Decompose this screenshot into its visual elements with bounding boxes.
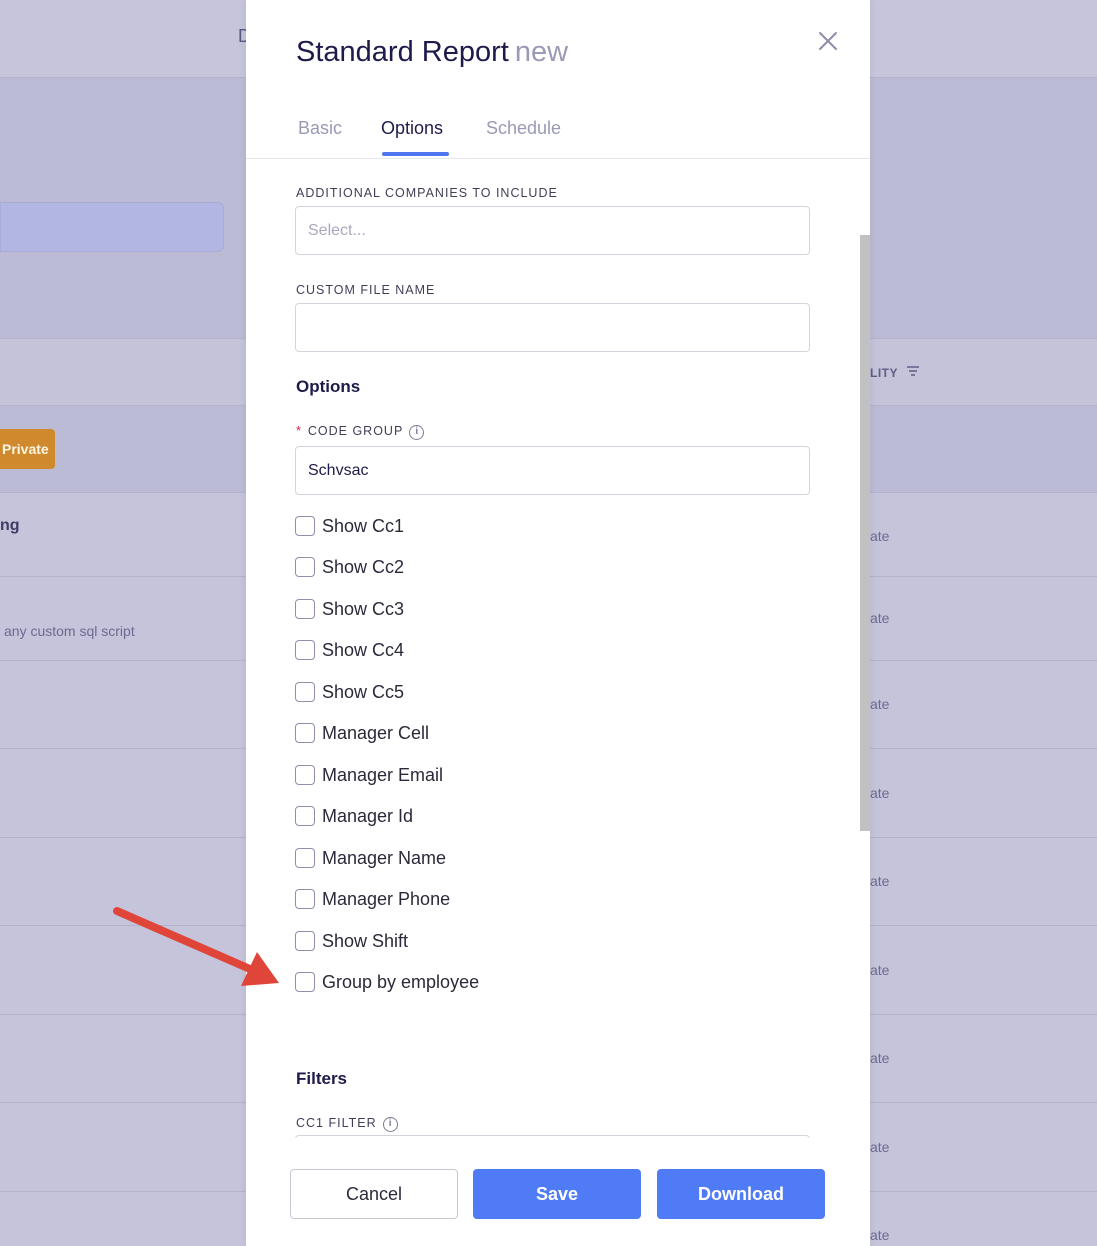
manager-email-checkbox-row[interactable]: Manager Email: [295, 764, 443, 786]
modal-tabs: Basic Options Schedule: [246, 110, 870, 159]
checkbox[interactable]: [295, 889, 315, 909]
manager-name-checkbox-row[interactable]: Manager Name: [295, 847, 446, 869]
background-row-status: ate: [870, 1139, 890, 1155]
checkbox[interactable]: [295, 640, 315, 660]
tab-basic[interactable]: Basic: [298, 118, 342, 139]
modal-footer: Cancel Save Download: [246, 1138, 870, 1246]
report-modal: Standard Report new Basic Options Schedul…: [246, 0, 870, 1246]
background-row-status: ate: [870, 1227, 890, 1243]
background-column-label: LITY: [870, 366, 898, 380]
checkbox[interactable]: [295, 599, 315, 619]
filter-icon: [906, 364, 920, 380]
checkbox[interactable]: [295, 931, 315, 951]
background-row-status: ate: [870, 873, 890, 889]
code-group-label: * CODE GROUP i: [296, 424, 425, 440]
checkbox-label: Manager Phone: [322, 888, 451, 909]
checkbox[interactable]: [295, 972, 315, 992]
active-tab-indicator: [382, 152, 449, 156]
checkbox-label: Manager Cell: [322, 722, 430, 743]
checkbox[interactable]: [295, 557, 315, 577]
checkbox-label: Group by employee: [322, 971, 480, 992]
checkbox-label: Manager Id: [322, 805, 414, 826]
checkbox-label: Show Cc2: [322, 556, 405, 577]
tab-schedule[interactable]: Schedule: [486, 118, 561, 139]
required-marker: *: [296, 424, 302, 438]
modal-body: ADDITIONAL COMPANIES TO INCLUDE Select..…: [246, 160, 870, 1138]
download-button[interactable]: Download: [657, 1169, 825, 1219]
cancel-button[interactable]: Cancel: [290, 1169, 458, 1219]
code-group-label-text: CODE GROUP: [307, 424, 404, 438]
show-cc3-checkbox-row[interactable]: Show Cc3: [295, 598, 404, 620]
background-row-status: ate: [870, 785, 890, 801]
checkbox-label: Manager Email: [322, 764, 444, 785]
scrollbar[interactable]: [860, 235, 870, 831]
cc1-filter-label: CC1 FILTER i: [296, 1116, 398, 1132]
cc1-filter-label-text: CC1 FILTER: [296, 1116, 377, 1130]
show-cc1-checkbox-row[interactable]: Show Cc1: [295, 515, 404, 537]
additional-companies-select[interactable]: Select...: [295, 206, 810, 255]
close-icon[interactable]: [814, 28, 842, 56]
custom-file-name-label: CUSTOM FILE NAME: [296, 283, 436, 297]
info-icon[interactable]: i: [409, 425, 425, 440]
background-row-description: any custom sql script: [4, 623, 135, 639]
background-search-box: [0, 202, 224, 252]
checkbox[interactable]: [295, 682, 315, 702]
background-row-status: ate: [870, 610, 890, 626]
background-row-status: ate: [870, 696, 890, 712]
show-cc2-checkbox-row[interactable]: Show Cc2: [295, 556, 404, 578]
additional-companies-label: ADDITIONAL COMPANIES TO INCLUDE: [296, 186, 558, 200]
manager-phone-checkbox-row[interactable]: Manager Phone: [295, 888, 450, 910]
checkbox-label: Manager Name: [322, 847, 447, 868]
checkbox-label: Show Cc5: [322, 681, 405, 702]
filters-section-title: Filters: [296, 1069, 348, 1088]
background-row-status: ate: [870, 962, 890, 978]
private-badge: Private: [0, 429, 55, 469]
modal-title: Standard Report new: [296, 36, 568, 69]
checkbox[interactable]: [295, 848, 315, 868]
checkbox-label: Show Shift: [322, 930, 409, 951]
checkbox-label: Show Cc1: [322, 515, 405, 536]
show-cc5-checkbox-row[interactable]: Show Cc5: [295, 681, 404, 703]
manager-cell-checkbox-row[interactable]: Manager Cell: [295, 722, 429, 744]
save-button[interactable]: Save: [473, 1169, 641, 1219]
custom-file-name-input[interactable]: [295, 303, 810, 352]
modal-title-status: new: [514, 36, 569, 68]
show-cc4-checkbox-row[interactable]: Show Cc4: [295, 639, 404, 661]
background-row-status: ate: [870, 528, 890, 544]
checkbox[interactable]: [295, 516, 315, 536]
checkbox[interactable]: [295, 723, 315, 743]
checkbox-label: Show Cc4: [322, 639, 405, 660]
checkbox-label: Show Cc3: [322, 598, 405, 619]
code-group-input[interactable]: Schvsac: [295, 446, 810, 495]
tab-options[interactable]: Options: [381, 118, 443, 139]
show-shift-checkbox-row[interactable]: Show Shift: [295, 930, 408, 952]
group-by-employee-checkbox-row[interactable]: Group by employee: [295, 971, 479, 993]
background-row-status: ate: [870, 1050, 890, 1066]
manager-id-checkbox-row[interactable]: Manager Id: [295, 805, 413, 827]
background-row-title: ng: [0, 517, 20, 534]
info-icon[interactable]: i: [382, 1117, 398, 1132]
options-section-title: Options: [296, 377, 361, 396]
modal-title-text: Standard Report: [296, 36, 509, 68]
checkbox[interactable]: [295, 806, 315, 826]
checkbox[interactable]: [295, 765, 315, 785]
